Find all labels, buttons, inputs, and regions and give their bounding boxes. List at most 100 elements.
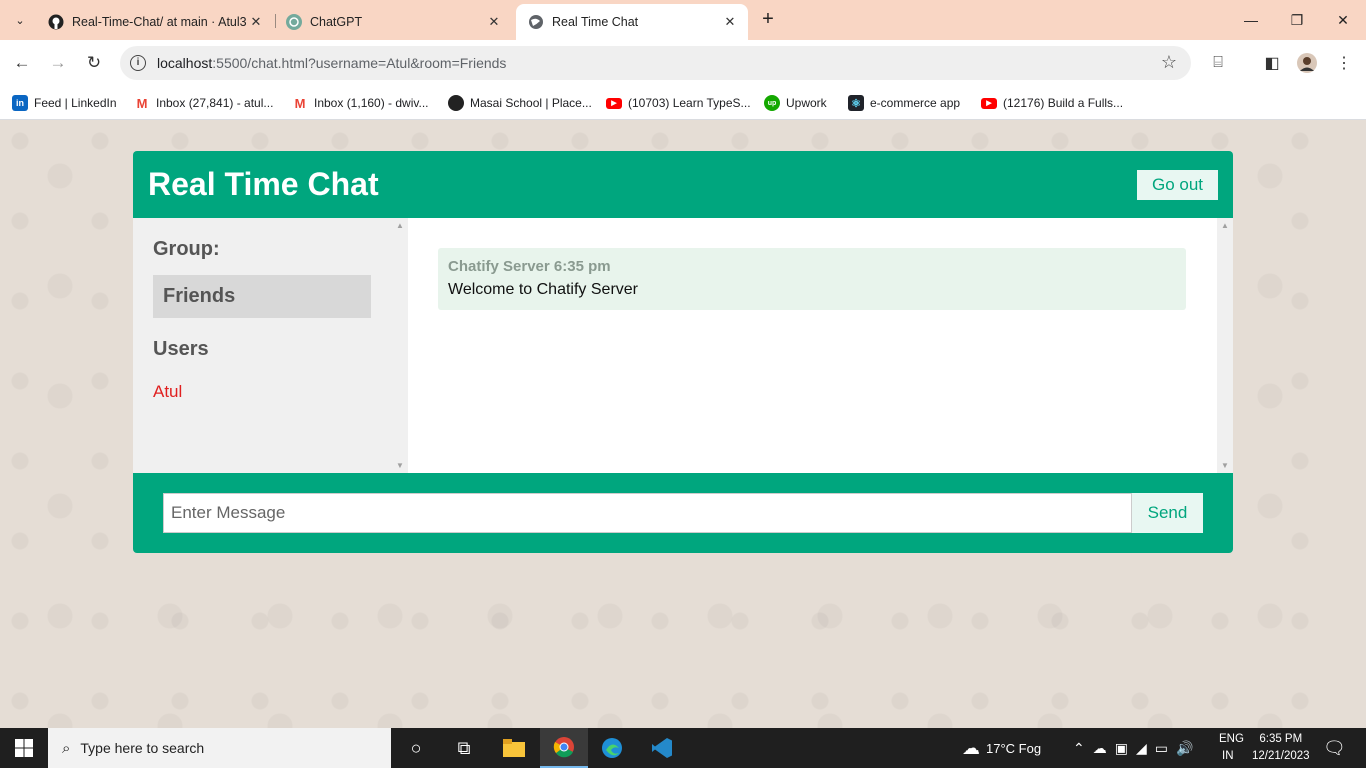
lang-code: ENG [1219,733,1244,745]
scroll-up-icon[interactable]: ▲ [1221,221,1229,230]
site-info-icon[interactable]: i [130,55,146,71]
restore-icon[interactable]: ❐ [1274,0,1320,40]
onedrive-icon[interactable]: ☁ [1093,740,1107,757]
bookmark-label: (10703) Learn TypeS... [628,96,751,110]
volume-icon[interactable]: 🔊 [1176,740,1193,757]
wifi-icon[interactable]: ◢ [1136,740,1147,757]
react-icon: ⚛ [848,95,864,111]
windows-taskbar: ⌕ Type here to search ○ ⧉ ☁ 17°C Fog ⌃ ☁… [0,728,1366,768]
tab-close-icon[interactable]: ✕ [486,14,502,30]
reload-icon[interactable]: ↻ [80,49,108,77]
upwork-icon: up [764,95,780,111]
weather-text: 17°C Fog [986,740,1042,756]
tab-title: Real Time Chat [552,15,639,29]
menu-kebab-icon[interactable]: ⋮ [1333,52,1355,74]
region-code: IN [1222,750,1234,762]
send-button[interactable]: Send [1132,493,1203,533]
bookmark-youtube-1[interactable]: ▶ (10703) Learn TypeS... [606,93,751,113]
scroll-up-icon[interactable]: ▲ [396,221,404,230]
back-icon[interactable]: ← [8,49,36,77]
message-meta: Chatify Server 6:35 pm [448,258,611,275]
bookmark-label: Inbox (1,160) - dwiv... [314,96,429,110]
vscode-icon[interactable] [638,728,686,768]
tab-title: Real-Time-Chat/ at main · Atul3 [72,15,247,29]
youtube-icon: ▶ [606,97,622,109]
search-icon: ⌕ [62,739,71,757]
bookmark-star-icon[interactable]: ☆ [1161,52,1177,73]
linkedin-icon: in [12,95,28,111]
users-heading: Users [153,338,209,360]
youtube-icon: ▶ [981,97,997,109]
page-title: Real Time Chat [148,166,379,202]
chat-container: Real Time Chat Go out Group: Friends Use… [133,151,1233,553]
chrome-icon[interactable] [540,728,588,768]
message-text: Welcome to Chatify Server [448,281,638,298]
notification-icon[interactable]: 🗨 [1323,728,1346,768]
bookmark-label: (12176) Build a Fulls... [1003,96,1124,110]
side-panel-icon[interactable]: ◧ [1261,52,1283,74]
bookmark-linkedin[interactable]: in Feed | LinkedIn [12,93,117,113]
globe-icon [528,14,544,30]
message-input[interactable] [163,493,1132,533]
tab-strip: ⌄ Real-Time-Chat/ at main · Atul3 ✕ Chat… [0,0,1366,40]
tab-real-time-chat[interactable]: Real Time Chat ✕ [516,4,748,40]
bookmark-ecommerce[interactable]: ⚛ e-commerce app [848,93,960,113]
battery-icon[interactable]: ▭ [1155,740,1168,757]
chat-footer: Send [133,473,1233,553]
bookmark-label: Feed | LinkedIn [34,96,117,110]
bookmark-gmail-2[interactable]: M Inbox (1,160) - dwiv... [292,93,429,113]
windows-start-icon[interactable] [0,728,48,768]
bookmark-youtube-2[interactable]: ▶ (12176) Build a Fulls... [981,93,1123,113]
chat-sidebar: Group: Friends Users Atul ▲ ▼ [133,218,408,473]
scroll-down-icon[interactable]: ▼ [396,461,404,470]
tab-github[interactable]: Real-Time-Chat/ at main · Atul3 ✕ [36,4,274,40]
weather-widget[interactable]: ☁ 17°C Fog [962,728,1041,768]
page-background: Real Time Chat Go out Group: Friends Use… [0,121,1366,728]
clock[interactable]: 6:35 PM 12/21/2023 [1252,728,1310,768]
chatgpt-icon [286,14,302,30]
url-text: localhost:5500/chat.html?username=Atul&r… [157,55,507,71]
browser-toolbar: ← → ↻ i localhost:5500/chat.html?usernam… [0,40,1366,86]
bookmark-masai[interactable]: Masai School | Place... [448,93,592,113]
profile-avatar[interactable] [1296,52,1318,74]
cortana-icon[interactable]: ○ [392,728,440,768]
forward-icon[interactable]: → [44,49,72,77]
bookmarks-bar: in Feed | LinkedIn M Inbox (27,841) - at… [0,86,1366,120]
tab-chatgpt[interactable]: ChatGPT ✕ [274,4,512,40]
scroll-down-icon[interactable]: ▼ [1221,461,1229,470]
bookmark-label: Masai School | Place... [470,96,592,110]
clock-time: 6:35 PM [1259,733,1303,745]
user-list-item: Atul [153,382,183,401]
minimize-icon[interactable]: — [1228,0,1274,40]
tab-title: ChatGPT [310,15,363,29]
gmail-icon: M [136,95,148,111]
bookmark-label: e-commerce app [870,96,961,110]
message: Chatify Server 6:35 pm Welcome to Chatif… [438,248,1186,310]
file-explorer-icon[interactable] [490,728,538,768]
address-bar[interactable]: i localhost:5500/chat.html?username=Atul… [120,46,1191,80]
search-placeholder: Type here to search [80,740,205,756]
taskbar-search[interactable]: ⌕ Type here to search [48,728,391,768]
tab-search-chevron-icon[interactable]: ⌄ [8,8,32,32]
language-indicator[interactable]: ENG IN [1219,728,1244,768]
tab-close-icon[interactable]: ✕ [722,14,738,30]
new-tab-icon[interactable]: + [757,9,779,31]
tray-icons[interactable]: ⌃ ☁ ▣ ◢ ▭ 🔊 [1073,728,1193,768]
chevron-up-icon[interactable]: ⌃ [1073,740,1085,757]
bookmark-gmail-1[interactable]: M Inbox (27,841) - atul... [134,93,274,113]
extensions-icon[interactable]: ⌸ [1207,52,1229,74]
chat-header: Real Time Chat Go out [133,151,1233,218]
webcam-icon[interactable]: ▣ [1115,740,1128,757]
sidebar-scrollbar[interactable]: ▲ ▼ [392,218,408,473]
gmail-icon: M [294,95,306,111]
tab-close-icon[interactable]: ✕ [248,14,264,30]
edge-icon[interactable] [588,728,636,768]
task-view-icon[interactable]: ⧉ [440,728,488,768]
close-window-icon[interactable]: ✕ [1320,0,1366,40]
messages-scrollbar[interactable]: ▲ ▼ [1217,218,1233,473]
room-name: Friends [153,275,371,318]
clock-date: 12/21/2023 [1252,750,1310,762]
bookmark-label: Upwork [786,96,827,110]
bookmark-upwork[interactable]: up Upwork [764,93,827,113]
go-out-button[interactable]: Go out [1137,170,1218,200]
